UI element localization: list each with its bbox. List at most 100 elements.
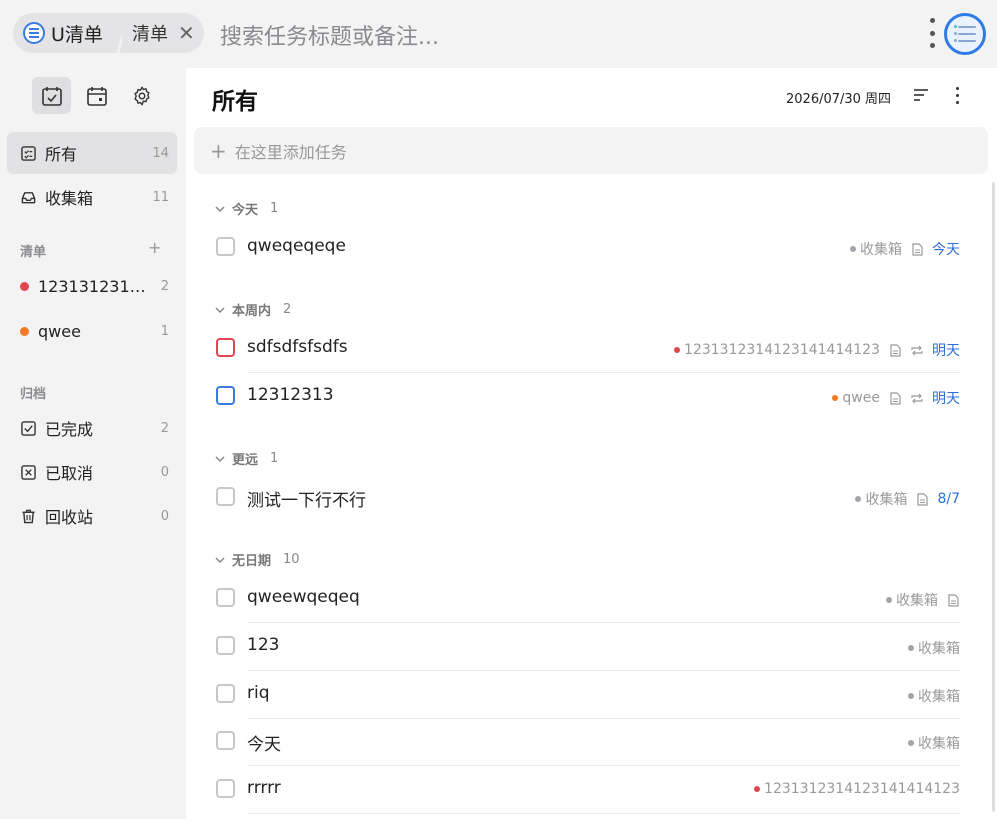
task-list-name: 1231312314123141414123 — [764, 781, 960, 797]
sidebar-item-label: 收集箱 — [45, 189, 94, 208]
task-row[interactable]: sdfsdfsfsdfs 1231312314123141414123 明天 — [216, 326, 960, 373]
task-checkbox[interactable] — [216, 779, 235, 798]
chevron-down-icon — [215, 306, 225, 313]
task-list-name: 收集箱 — [918, 641, 960, 657]
checkbox-checked-icon — [20, 420, 36, 436]
app-logo-icon — [23, 22, 45, 44]
list-color-dot — [850, 246, 856, 252]
task-checkbox[interactable] — [216, 386, 235, 405]
plus-icon: + — [210, 138, 227, 163]
task-title: qweewqeqeq — [247, 587, 360, 607]
inbox-icon — [20, 189, 36, 205]
task-title: qweqeqeqe — [247, 236, 346, 256]
tasks-view-button[interactable] — [32, 77, 71, 114]
task-list-name: 收集箱 — [896, 593, 938, 609]
sidebar-item-list-qwee[interactable]: qwee 1 — [7, 310, 177, 352]
calendar-view-button[interactable] — [77, 77, 116, 114]
note-icon — [915, 492, 929, 506]
list-color-dot — [886, 597, 892, 603]
note-icon — [946, 593, 960, 607]
archive-section-title: 归档 — [20, 387, 47, 402]
task-row[interactable]: 12312313 qwee 明天 — [216, 374, 960, 421]
task-title: 12312313 — [247, 385, 334, 405]
sidebar-item-count: 0 — [160, 464, 169, 480]
task-list-name: 收集箱 — [860, 242, 902, 258]
note-icon — [910, 242, 924, 256]
task-checkbox[interactable] — [216, 237, 235, 256]
group-header-this-week[interactable]: 本周内 2 — [215, 300, 291, 319]
sidebar-item-all[interactable]: 所有 14 — [7, 132, 177, 174]
settings-button[interactable] — [122, 77, 161, 114]
more-menu-icon[interactable] — [926, 18, 938, 48]
task-checkbox[interactable] — [216, 684, 235, 703]
task-meta: 收集箱 — [908, 638, 960, 658]
sidebar-item-label: 所有 — [45, 145, 78, 164]
current-date: 2026/07/30 周四 — [786, 92, 892, 107]
note-icon — [888, 391, 902, 405]
chevron-down-icon — [215, 455, 225, 462]
sidebar-item-list-1[interactable]: 1231312314… 2 — [7, 265, 177, 307]
search-input[interactable]: 搜索任务标题或备注... — [220, 19, 439, 51]
task-due-date: 明天 — [932, 391, 960, 407]
list-color-dot — [20, 281, 29, 291]
sidebar-toolbar — [32, 77, 161, 114]
add-list-button[interactable]: + — [148, 238, 161, 257]
sidebar-item-count: 2 — [160, 420, 169, 436]
task-checkbox[interactable] — [216, 588, 235, 607]
sidebar-item-label: 1231312314… — [38, 276, 147, 296]
sidebar-item-label: qwee — [38, 321, 81, 341]
sidebar-item-inbox[interactable]: 收集箱 11 — [7, 176, 177, 218]
list-color-dot — [855, 496, 862, 502]
task-row[interactable]: 测试一下行不行 收集箱 8/7 — [216, 475, 960, 522]
task-row[interactable]: 今天 收集箱 — [216, 719, 960, 766]
group-header-today[interactable]: 今天 1 — [215, 199, 278, 218]
sidebar-item-completed[interactable]: 已完成 2 — [7, 407, 177, 449]
task-checkbox[interactable] — [216, 731, 235, 750]
repeat-icon — [910, 391, 924, 405]
task-title: riq — [247, 683, 270, 703]
task-list-name: 收集箱 — [865, 492, 908, 508]
sort-icon[interactable] — [913, 87, 929, 103]
list-color-dot — [908, 645, 914, 651]
task-meta: qwee 明天 — [832, 388, 960, 408]
page-title: 所有 — [212, 89, 258, 115]
group-header-no-date[interactable]: 无日期 10 — [215, 550, 300, 569]
list-tab[interactable]: 清单 ✕ — [122, 13, 204, 53]
avatar[interactable] — [944, 13, 986, 55]
task-row[interactable]: 123 收集箱 — [216, 624, 960, 671]
task-checkbox[interactable] — [216, 636, 235, 655]
task-row[interactable]: rrrrr 1231312314123141414123 — [216, 767, 960, 814]
task-row[interactable]: qweewqeqeq 收集箱 — [216, 576, 960, 623]
group-count: 1 — [270, 201, 279, 216]
list-color-dot — [908, 693, 914, 699]
repeat-icon — [910, 343, 924, 357]
close-icon[interactable]: ✕ — [178, 23, 195, 43]
sidebar-item-cancelled[interactable]: 已取消 0 — [7, 451, 177, 493]
sidebar-item-trash[interactable]: 回收站 0 — [7, 495, 177, 537]
group-count: 10 — [283, 552, 300, 567]
list-color-dot — [674, 347, 681, 353]
more-options-icon[interactable] — [954, 87, 960, 104]
task-meta: 收集箱 — [908, 733, 960, 753]
add-task-input[interactable]: + 在这里添加任务 — [194, 127, 988, 174]
group-count: 1 — [270, 451, 279, 466]
task-list-name: 收集箱 — [918, 689, 960, 705]
lists-section-title: 清单 — [20, 245, 47, 260]
chevron-down-icon — [215, 556, 225, 563]
task-row[interactable]: qweqeqeqe 收集箱 今天 — [216, 225, 960, 272]
task-checkbox[interactable] — [216, 338, 235, 357]
list-icon — [954, 25, 976, 42]
scrollbar[interactable] — [992, 182, 995, 812]
group-count: 2 — [283, 302, 292, 317]
gear-icon — [133, 86, 150, 105]
task-row[interactable]: riq 收集箱 — [216, 672, 960, 719]
sidebar-item-label: 回收站 — [45, 508, 94, 527]
task-checkbox[interactable] — [216, 487, 235, 506]
task-due-date: 明天 — [932, 343, 960, 359]
sidebar-item-count: 14 — [152, 145, 169, 161]
group-header-later[interactable]: 更远 1 — [215, 449, 278, 468]
app-tab[interactable]: U清单 — [13, 13, 125, 53]
task-title: sdfsdfsfsdfs — [247, 337, 348, 357]
task-meta: 收集箱 — [886, 590, 960, 610]
list-color-dot — [832, 395, 839, 401]
